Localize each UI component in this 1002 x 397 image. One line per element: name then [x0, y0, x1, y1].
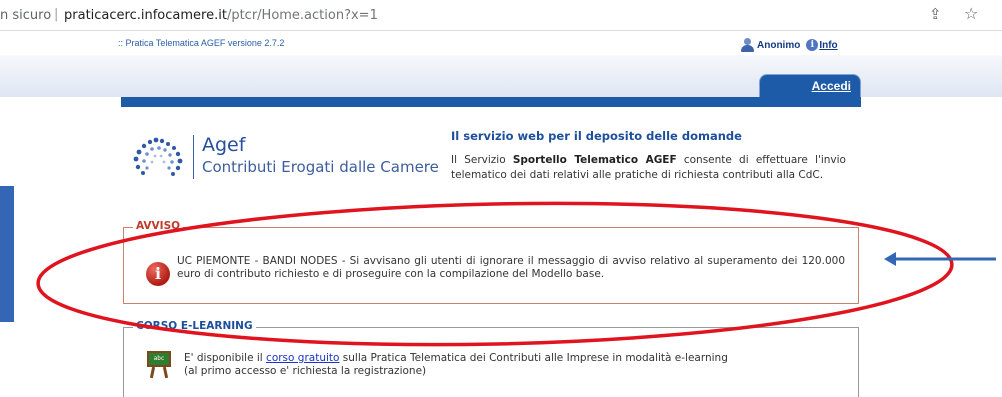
login-tab[interactable]: Accedi	[759, 74, 861, 97]
info-icon[interactable]: i	[806, 39, 819, 51]
elearning-legend: CORSO E-LEARNING	[133, 320, 256, 332]
service-name-bold: Sportello Telematico AGEF	[512, 154, 677, 166]
annotation-arrow-head	[884, 252, 896, 266]
notice-legend: AVVISO	[133, 220, 184, 232]
logo-subtitle: Contributi Erogati dalle Camere	[202, 158, 439, 176]
blackboard-text: abc	[147, 351, 171, 367]
left-blue-block	[0, 186, 14, 322]
user-name: Anonimo	[757, 39, 801, 51]
agef-logo: Agef Contributi Erogati dalle Camere	[130, 131, 440, 186]
user-icon	[740, 38, 754, 52]
security-status[interactable]: n sicuro	[0, 8, 51, 23]
service-description: Il Servizio Sportello Telematico AGEF co…	[451, 153, 846, 183]
elearning-line-2: (al primo accesso e' richiesta la regist…	[184, 365, 427, 377]
service-title: Il servizio web per il deposito delle do…	[451, 129, 742, 143]
browser-address-bar[interactable]: n sicuro | praticacerc.infocamere.it/ptc…	[0, 0, 1002, 31]
header-blue-bar	[121, 97, 861, 107]
service-text-start: Il Servizio	[451, 154, 513, 166]
logo-dots-icon	[133, 137, 183, 176]
logo-title: Agef	[202, 134, 246, 156]
user-area: Anonimo i Info	[740, 36, 838, 54]
app-version: :: Pratica Telematica AGEF versione 2.7.…	[118, 38, 285, 48]
info-link[interactable]: Info	[819, 40, 837, 51]
share-icon[interactable]: ⇪	[929, 5, 942, 23]
elearning-text: E' disponibile il corso gratuito sulla P…	[184, 352, 824, 378]
star-icon[interactable]: ☆	[964, 4, 978, 23]
url-path: /ptcr/Home.action?x=1	[226, 8, 378, 23]
url-field[interactable]: praticacerc.infocamere.it/ptcr/Home.acti…	[64, 8, 378, 23]
elearning-line-1: E' disponibile il corso gratuito sulla P…	[184, 352, 824, 365]
free-course-link[interactable]: corso gratuito	[266, 352, 339, 364]
alert-icon: i	[146, 262, 170, 286]
address-separator: |	[54, 7, 59, 22]
elearning-text-end: sulla Pratica Telematica dei Contributi …	[339, 352, 728, 364]
logo-divider	[193, 135, 194, 179]
elearning-text-start: E' disponibile il	[184, 352, 267, 364]
notice-message: UC PIEMONTE - BANDI NODES - Si avvisano …	[177, 255, 845, 280]
url-host: praticacerc.infocamere.it	[64, 8, 227, 23]
blackboard-icon: abc	[146, 351, 172, 379]
